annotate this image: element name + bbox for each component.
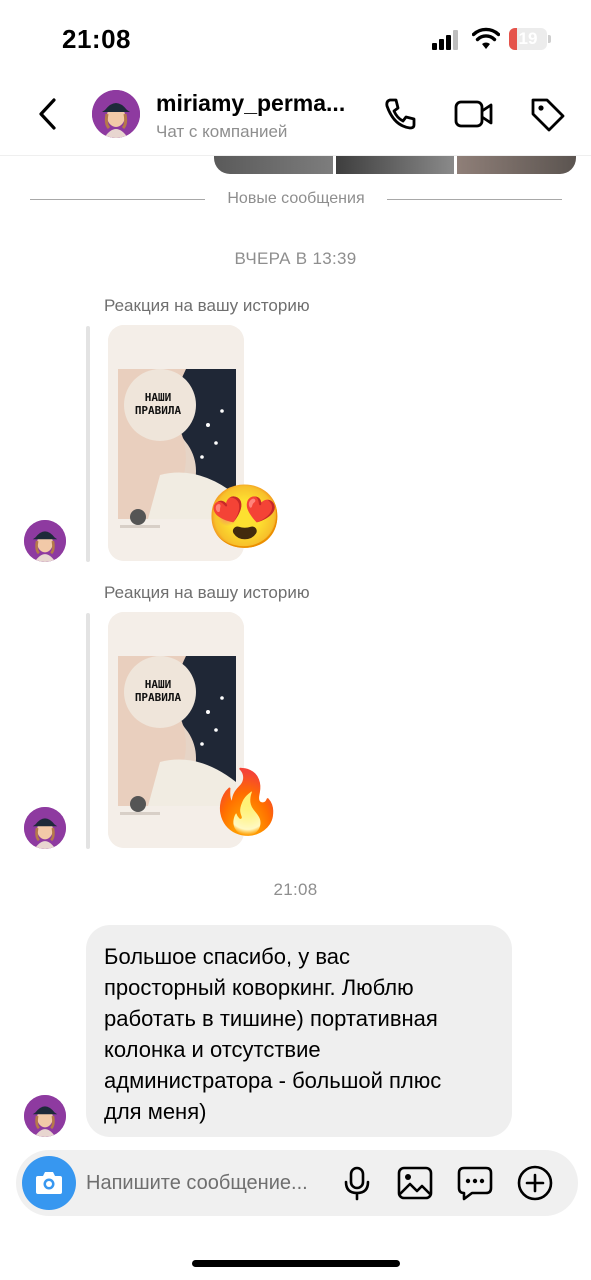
message-line: просторный коворкинг. Люблю <box>104 975 414 1000</box>
chat-subtitle: Чат с компанией <box>156 122 288 141</box>
plus-circle-icon[interactable] <box>516 1164 554 1202</box>
status-time: 21:08 <box>62 24 131 54</box>
chat-header: miriamy_perma... Чат с компанией <box>0 80 591 156</box>
message-line: Большое спасибо, у вас <box>104 944 351 969</box>
battery-icon: 19 <box>509 28 551 50</box>
timestamp: ВЧЕРА В 13:39 <box>234 249 357 268</box>
timestamp: 21:08 <box>273 880 318 899</box>
story-text-line: ПРАВИЛА <box>134 404 182 417</box>
camera-button[interactable] <box>22 1156 76 1210</box>
quote-bar <box>86 326 90 562</box>
home-indicator[interactable] <box>192 1260 400 1267</box>
message-line: колонка и отсутствие <box>104 1037 321 1062</box>
tag-icon[interactable] <box>527 94 567 134</box>
wifi-icon <box>472 27 500 49</box>
sender-avatar[interactable] <box>24 807 66 849</box>
sender-avatar[interactable] <box>24 1095 66 1137</box>
status-bar: 21:08 19 <box>0 0 591 80</box>
new-messages-label: Новые сообщения <box>213 190 379 207</box>
microphone-icon[interactable] <box>338 1164 376 1202</box>
gallery-icon[interactable] <box>396 1164 434 1202</box>
reaction-label: Реакция на вашу историю <box>104 583 310 602</box>
cellular-signal-icon <box>432 30 462 50</box>
new-messages-divider: Новые сообщения <box>30 188 562 212</box>
sticker-chat-icon[interactable] <box>456 1164 494 1202</box>
avatar[interactable] <box>92 90 140 138</box>
message-line: работать в тишине) портативная <box>104 1006 438 1031</box>
reaction-emoji: 😍 <box>206 483 284 552</box>
message-line: администратора - большой плюс <box>104 1068 442 1093</box>
story-text-line: НАШИ <box>144 678 172 691</box>
video-camera-icon[interactable] <box>454 94 494 134</box>
message-input[interactable] <box>86 1169 336 1197</box>
message-line: для меня) <box>104 1099 207 1124</box>
message-bubble[interactable]: Большое спасибо, у вас просторный коворк… <box>86 925 512 1137</box>
sender-avatar[interactable] <box>24 520 66 562</box>
reaction-emoji: 🔥 <box>208 768 286 837</box>
camera-icon <box>36 1172 62 1194</box>
quote-bar <box>86 613 90 849</box>
chevron-left-icon[interactable] <box>30 94 66 134</box>
story-text-line: ПРАВИЛА <box>134 691 182 704</box>
shared-media-preview[interactable] <box>214 156 576 174</box>
chat-username[interactable]: miriamy_perma... <box>156 90 371 117</box>
story-text-line: НАШИ <box>144 391 172 404</box>
phone-icon[interactable] <box>380 94 420 134</box>
message-composer <box>16 1150 578 1216</box>
reaction-label: Реакция на вашу историю <box>104 296 310 315</box>
battery-level: 19 <box>518 29 538 48</box>
